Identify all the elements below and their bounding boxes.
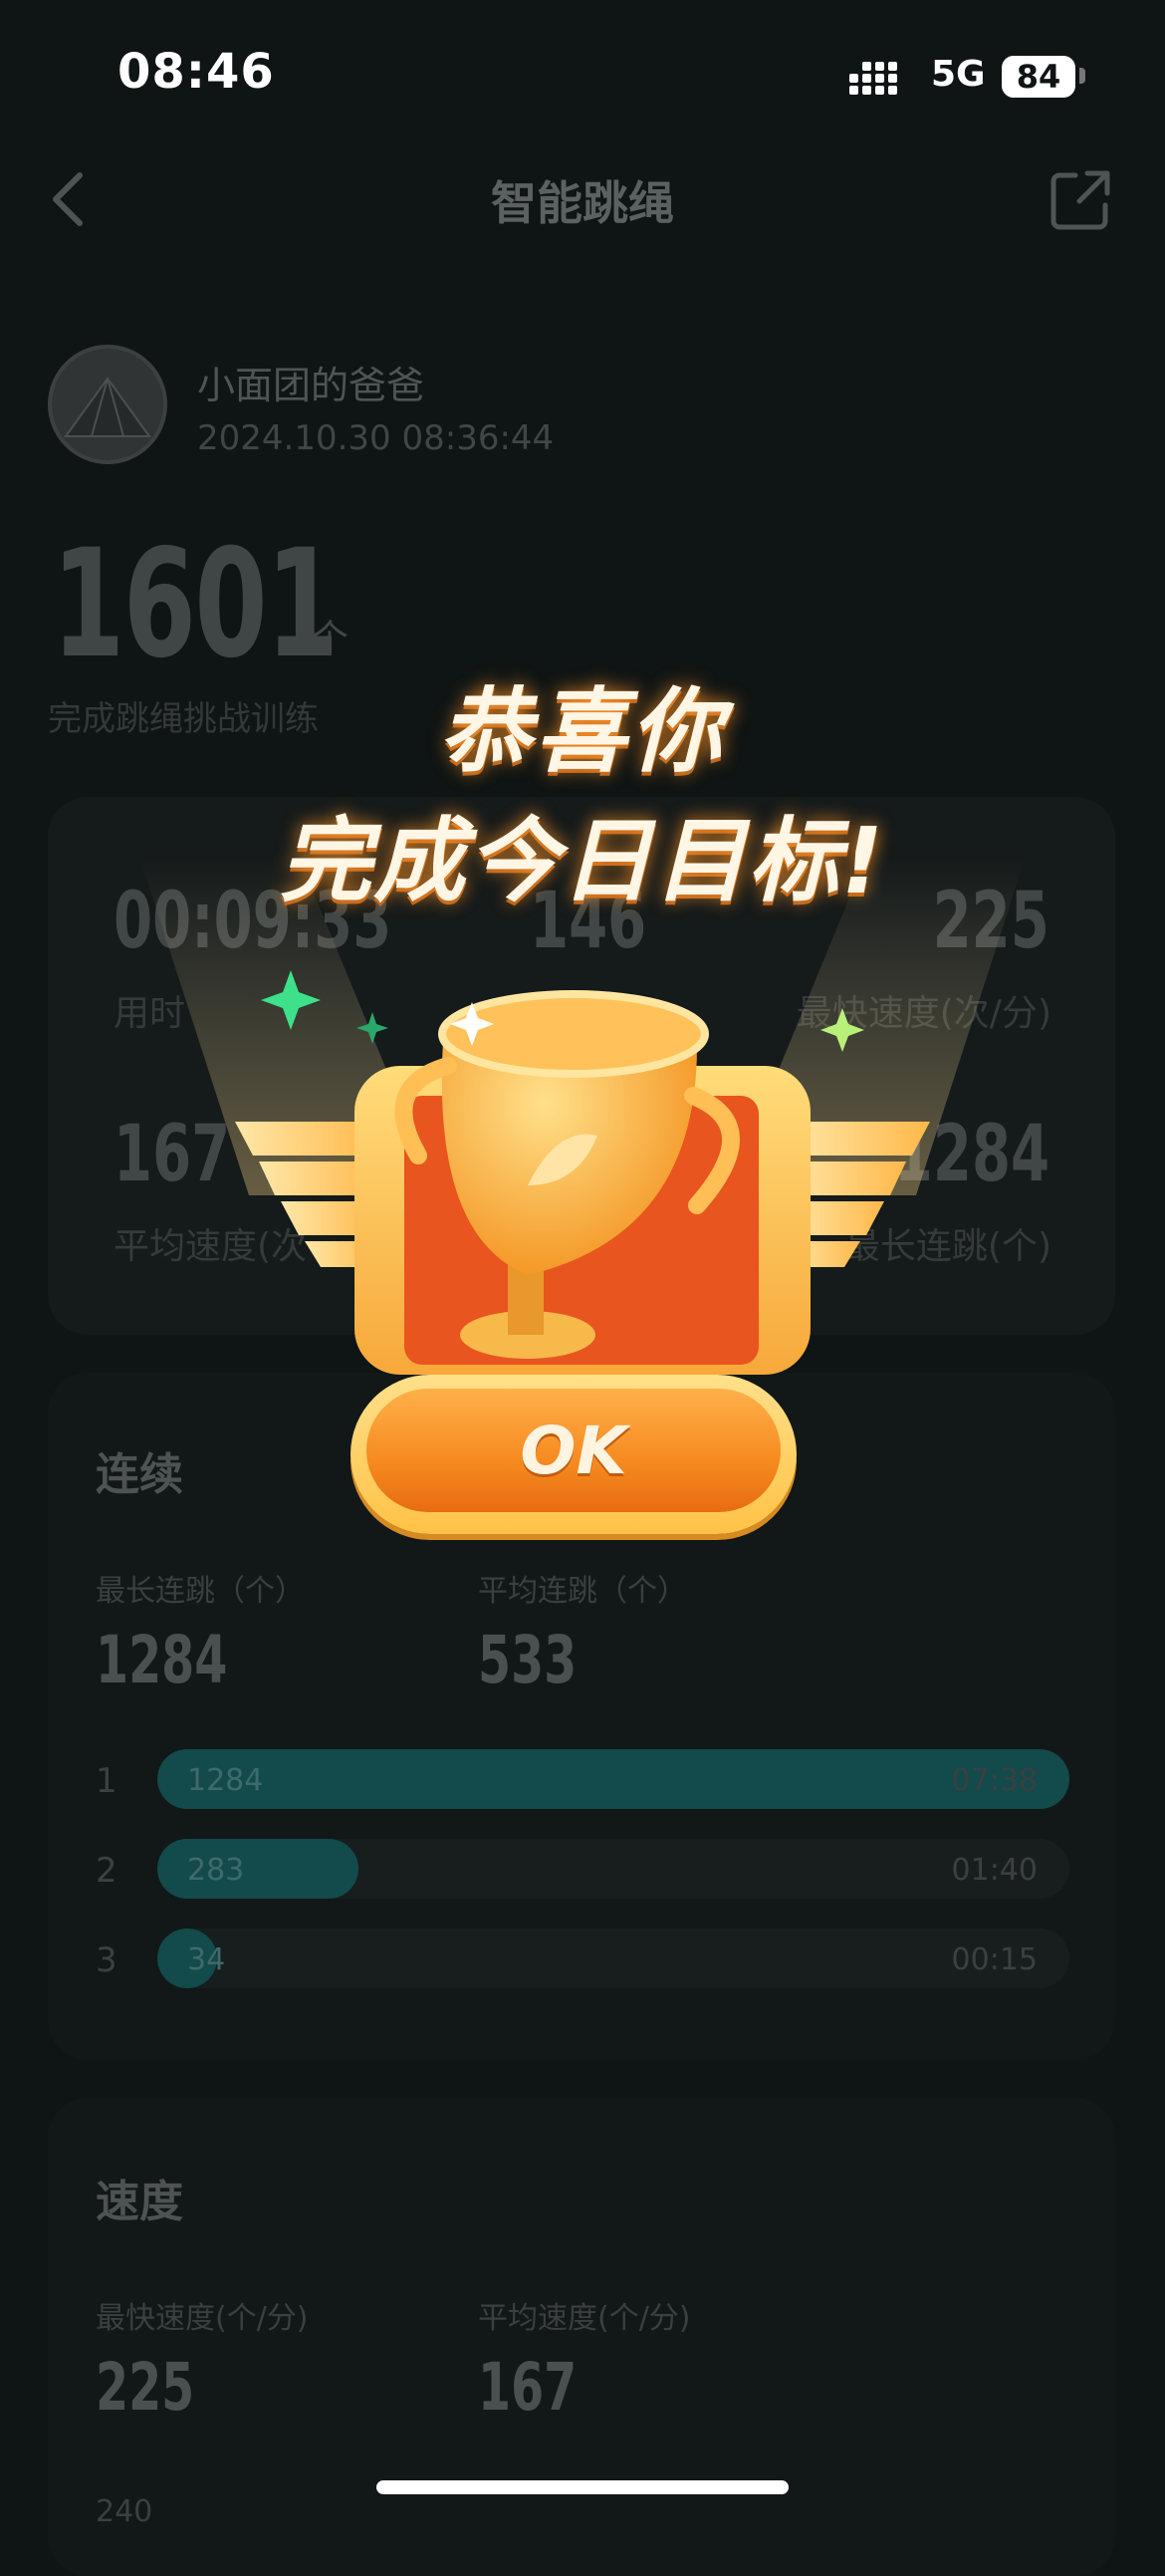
sparkle-green-small bbox=[356, 1012, 388, 1044]
avg-streak-value: 533 bbox=[478, 1622, 578, 1698]
congrats-subtitle: 完成今日目标! bbox=[280, 808, 885, 914]
fastest-speed-value: 225 bbox=[96, 2349, 195, 2426]
cup-rim bbox=[438, 990, 709, 1078]
avatar[interactable] bbox=[48, 345, 167, 464]
sparkle-lime bbox=[820, 1008, 864, 1052]
streak-bar-value: 283 bbox=[187, 1853, 245, 1888]
page-title: 智能跳绳 bbox=[491, 176, 674, 230]
speed-title: 速度 bbox=[96, 2177, 183, 2227]
longest-streak-label: 最长连跳（个） bbox=[96, 1574, 305, 1609]
avg-speed-value: 167 bbox=[478, 2349, 578, 2426]
streak-rank: 2 bbox=[96, 1851, 117, 1891]
avg-speed-label: 平均速度(个/分) bbox=[478, 2301, 691, 2336]
streak-bar-value: 34 bbox=[187, 1942, 226, 1977]
username: 小面团的爸爸 bbox=[197, 364, 425, 407]
count-unit: 个 bbox=[311, 617, 350, 660]
fastest-speed-label: 最快速度(个/分) bbox=[96, 2301, 309, 2336]
trophy-badge-illustration bbox=[229, 956, 936, 1399]
ok-button[interactable]: OK bbox=[350, 1375, 797, 1534]
streak-rank: 1 bbox=[96, 1761, 117, 1801]
home-indicator[interactable] bbox=[376, 2480, 789, 2494]
streak-bar-track bbox=[157, 1839, 1069, 1899]
streak-bar-fill bbox=[157, 1749, 1069, 1809]
speed-axis-top: 240 bbox=[96, 2494, 153, 2529]
ok-button-label: OK bbox=[520, 1413, 627, 1489]
network-type: 5G bbox=[931, 54, 986, 95]
streak-bar-time: 01:40 bbox=[951, 1853, 1038, 1888]
speed-card bbox=[48, 2098, 1115, 2576]
sparkle-green bbox=[261, 970, 321, 1030]
status-time: 08:46 bbox=[117, 44, 275, 100]
streak-bar-value: 1284 bbox=[187, 1763, 264, 1798]
congrats-title: 恭喜你 bbox=[438, 678, 726, 785]
streak-bar-track bbox=[157, 1749, 1069, 1809]
share-icon[interactable] bbox=[1049, 169, 1111, 235]
battery-icon: 84 bbox=[1002, 56, 1075, 98]
streak-bar-time: 07:38 bbox=[951, 1763, 1038, 1798]
signal-icon bbox=[849, 60, 909, 100]
streak-title: 连续 bbox=[96, 1449, 183, 1500]
streak-bar-time: 00:15 bbox=[951, 1942, 1038, 1977]
streak-bar-track bbox=[157, 1929, 1069, 1988]
session-timestamp: 2024.10.30 08:36:44 bbox=[197, 418, 555, 458]
longest-streak-value: 1284 bbox=[96, 1622, 228, 1698]
streak-rank: 3 bbox=[96, 1940, 117, 1980]
avg-streak-label: 平均连跳（个） bbox=[478, 1574, 687, 1609]
battery-tip bbox=[1079, 68, 1085, 84]
